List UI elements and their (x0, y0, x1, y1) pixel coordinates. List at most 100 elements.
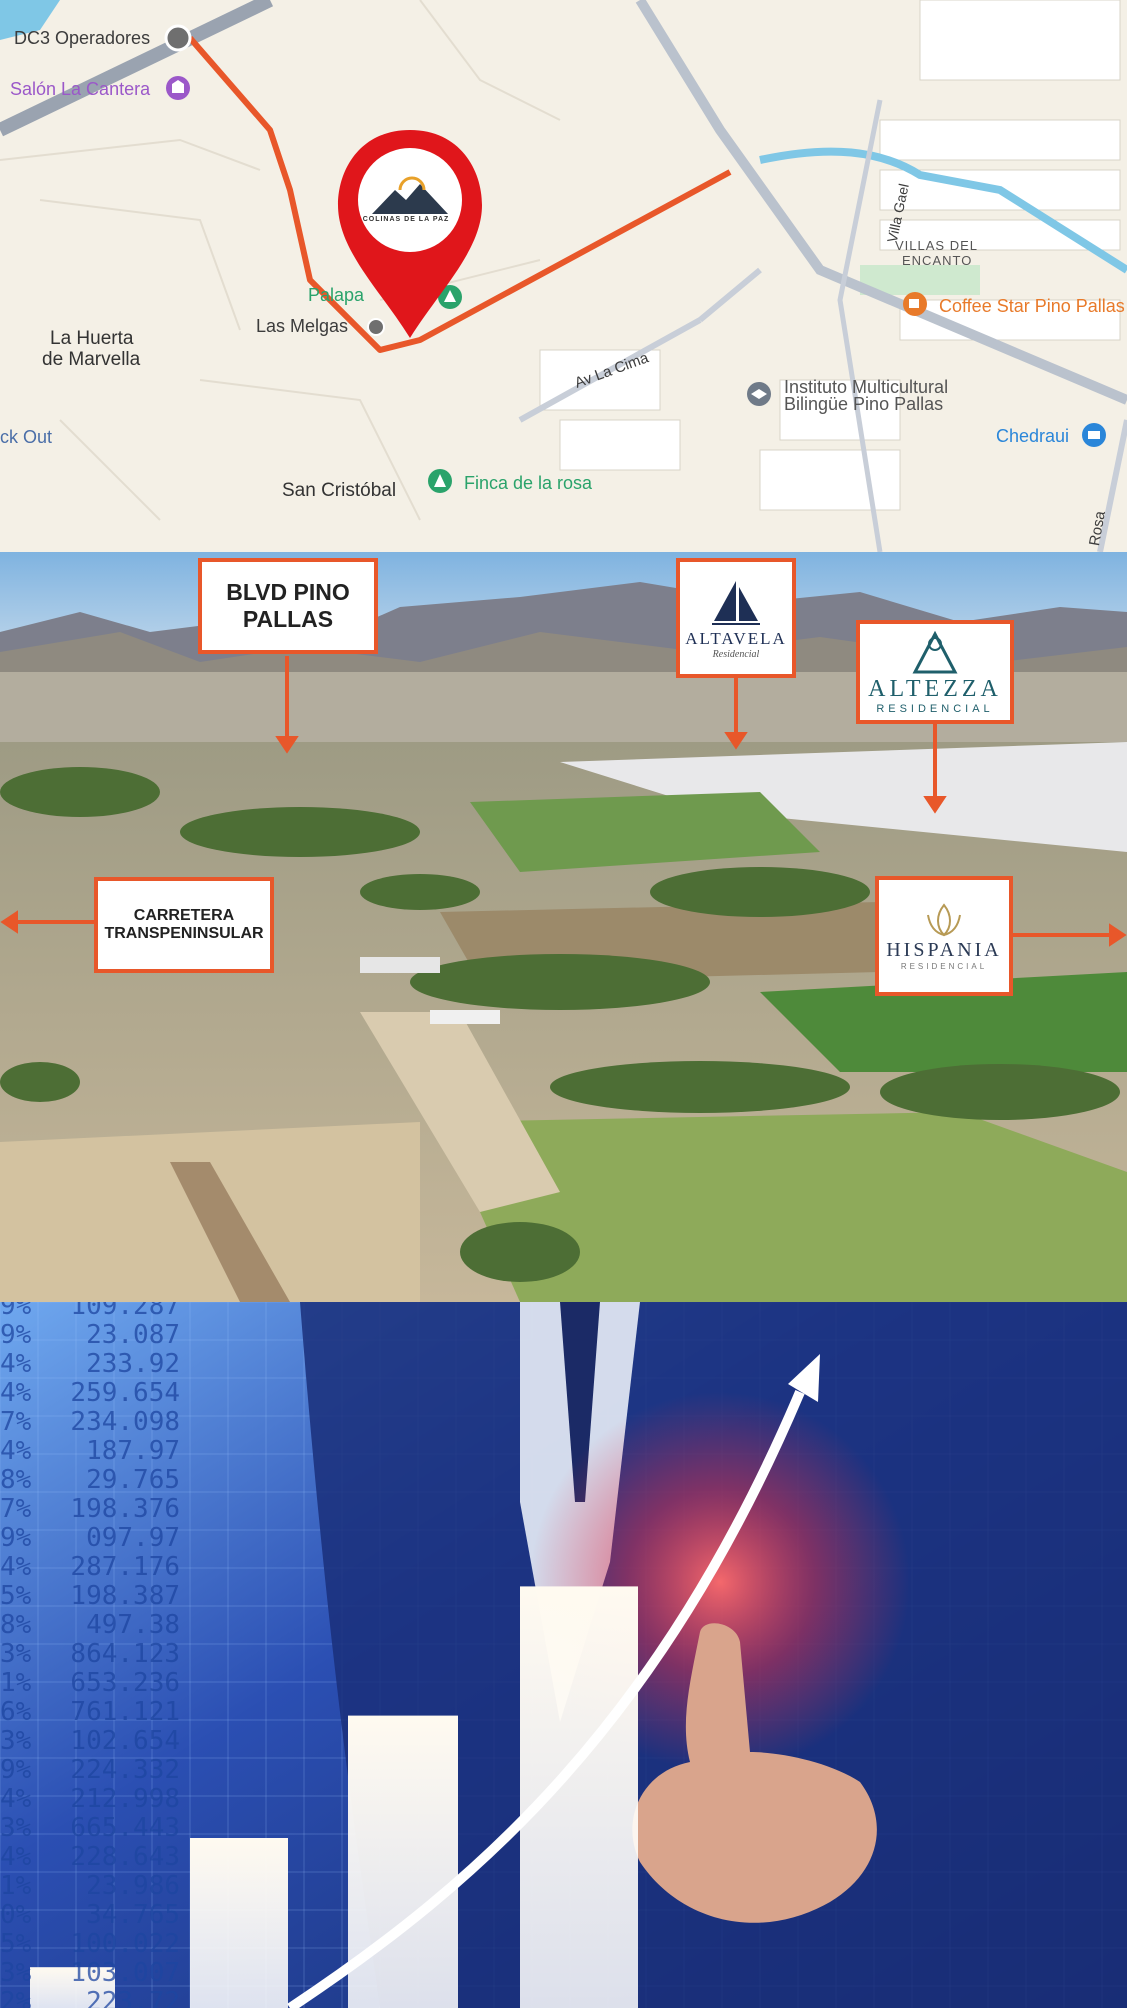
stock-number-row: 0% 34.765 (0, 1901, 180, 1930)
stock-value: 097.97 (86, 1523, 180, 1553)
stock-percent: 5% (0, 1581, 32, 1611)
map-label-cristobal: San Cristóbal (282, 480, 397, 501)
map-canvas[interactable] (0, 0, 1127, 552)
stock-percent: 4% (0, 1436, 32, 1466)
stock-value: 198.376 (70, 1494, 180, 1524)
stock-percent: 4% (0, 1842, 32, 1872)
callout-altavela: ALTAVELA Residencial (676, 558, 796, 678)
stock-percent: 3% (0, 1639, 32, 1669)
stock-number-row: 4% 259.654 (0, 1379, 180, 1408)
map-label-instituto-2[interactable]: Bilingüe Pino Pallas (784, 394, 943, 415)
stock-value: 497.38 (86, 1610, 180, 1640)
stock-value: 224.332 (70, 1755, 180, 1785)
stock-number-row: 5% 198.387 (0, 1582, 180, 1611)
stock-value: 259.654 (70, 1378, 180, 1408)
stock-value: 29.765 (86, 1465, 180, 1495)
map-panel[interactable]: COLINAS DE LA PAZ DC3 Operadores Salón L… (0, 0, 1127, 552)
callout-hispania: HISPANIA RESIDENCIAL (875, 876, 1013, 996)
growth-bar (190, 1838, 288, 2008)
stock-percent: 3% (0, 1958, 32, 1988)
altezza-logo-icon (912, 630, 958, 673)
map-label-palapa[interactable]: Palapa (308, 285, 364, 306)
stock-number-row: 9% 224.332 (0, 1756, 180, 1785)
stock-value: 198.387 (70, 1581, 180, 1611)
stock-number-row: 3% 665.443 (0, 1814, 180, 1843)
map-label-coffee[interactable]: Coffee Star Pino Pallas (939, 296, 1125, 317)
stock-percent: 1% (0, 1668, 32, 1698)
stock-number-row: 4% 187.97 (0, 1437, 180, 1466)
stock-value: 212.998 (70, 1784, 180, 1814)
stock-number-row: 9% 109.287 (0, 1302, 180, 1321)
stock-value: 233.92 (86, 1349, 180, 1379)
altavela-name: ALTAVELA (685, 628, 787, 648)
stock-value: 234.098 (70, 1407, 180, 1437)
stock-percent: 4% (0, 1784, 32, 1814)
melgas-marker-icon[interactable] (367, 318, 385, 336)
altezza-sub: RESIDENCIAL (876, 702, 994, 715)
map-label-melgas[interactable]: Las Melgas (256, 316, 348, 337)
stock-percent: 4% (0, 1552, 32, 1582)
callout-carretera-line2: TRANSPENINSULAR (104, 925, 264, 942)
stock-number-row: 5% 100.022 (0, 1930, 180, 1959)
stock-number-row: 3% 103.007 (0, 1959, 180, 1988)
stock-number-row: 4% 233.92 (0, 1350, 180, 1379)
stock-value: 228.643 (70, 1842, 180, 1872)
stock-number-row: 2% 223.72 (0, 1988, 180, 2008)
callout-carretera-transpeninsular: CARRETERA TRANSPENINSULAR (94, 877, 274, 973)
stock-number-row: 7% 198.376 (0, 1495, 180, 1524)
stock-value: 864.123 (70, 1639, 180, 1669)
map-label-villas-2: ENCANTO (902, 253, 973, 268)
stock-percent: 9% (0, 1320, 32, 1350)
stock-percent: 2% (0, 1987, 32, 2008)
stock-percent: 3% (0, 1726, 32, 1756)
map-label-chedraui[interactable]: Chedraui (996, 426, 1069, 447)
sailboat-logo-icon (712, 580, 760, 625)
stock-number-row: 6% 761.121 (0, 1698, 180, 1727)
stock-number-row: 9% 23.087 (0, 1321, 180, 1350)
callout-altezza: ALTEZZA RESIDENCIAL (856, 620, 1014, 724)
callout-carretera-line1: CARRETERA (133, 907, 235, 924)
map-label-dc3[interactable]: DC3 Operadores (14, 28, 150, 49)
dc3-marker-icon[interactable] (164, 24, 192, 52)
stock-value: 761.121 (70, 1697, 180, 1727)
stock-number-row: 4% 287.176 (0, 1553, 180, 1582)
stock-percent: 9% (0, 1302, 32, 1321)
callout-blvd-line2: PALLAS (242, 606, 334, 632)
stock-percent: 9% (0, 1523, 32, 1553)
stock-value: 109.287 (70, 1302, 180, 1321)
map-label-huerta-1: La Huerta (50, 328, 134, 349)
stock-value: 103.007 (70, 1958, 180, 1988)
stock-value: 23.087 (86, 1320, 180, 1350)
pin-logo-text: COLINAS DE LA PAZ (362, 216, 450, 223)
hispania-sub: RESIDENCIAL (900, 962, 988, 971)
stock-percent: 0% (0, 1900, 32, 1930)
stock-value: 665.443 (70, 1813, 180, 1843)
callout-blvd-pino-pallas: BLVD PINO PALLAS (198, 558, 378, 654)
stock-percent: 8% (0, 1465, 32, 1495)
aerial-photo-panel: BLVD PINO PALLAS ALTAVELA Residencial AL… (0, 552, 1127, 1302)
stock-percent: 9% (0, 1755, 32, 1785)
map-label-salon[interactable]: Salón La Cantera (10, 79, 150, 100)
growth-bar (348, 1715, 458, 2008)
map-label-finca[interactable]: Finca de la rosa (464, 473, 592, 494)
stock-number-row: 3% 864.123 (0, 1640, 180, 1669)
stock-number-row: 3% 102.654 (0, 1727, 180, 1756)
growth-graphic-panel: 9% 109.287 9% 23.087 4% 233.92 4% 259.654 7% 234.… (0, 1302, 1127, 2008)
stock-number-row: 8% 497.38 (0, 1611, 180, 1640)
stock-value: 23.986 (86, 1871, 180, 1901)
stock-percent: 4% (0, 1378, 32, 1408)
stock-number-row: 7% 234.098 (0, 1408, 180, 1437)
stock-number-row: 9% 097.97 (0, 1524, 180, 1553)
map-label-ckout[interactable]: ck Out (0, 427, 52, 448)
stock-percent: 3% (0, 1813, 32, 1843)
stock-number-row: 8% 29.765 (0, 1466, 180, 1495)
stock-value: 100.022 (70, 1929, 180, 1959)
map-label-villas-1: VILLAS DEL (895, 238, 978, 253)
stock-percent: 7% (0, 1494, 32, 1524)
altezza-name: ALTEZZA (868, 675, 1002, 702)
stock-value: 34.765 (86, 1900, 180, 1930)
hispania-name: HISPANIA (886, 939, 1002, 961)
stock-value: 223.72 (86, 1987, 180, 2008)
lotus-logo-icon (927, 903, 961, 937)
altavela-sub: Residencial (712, 648, 760, 660)
